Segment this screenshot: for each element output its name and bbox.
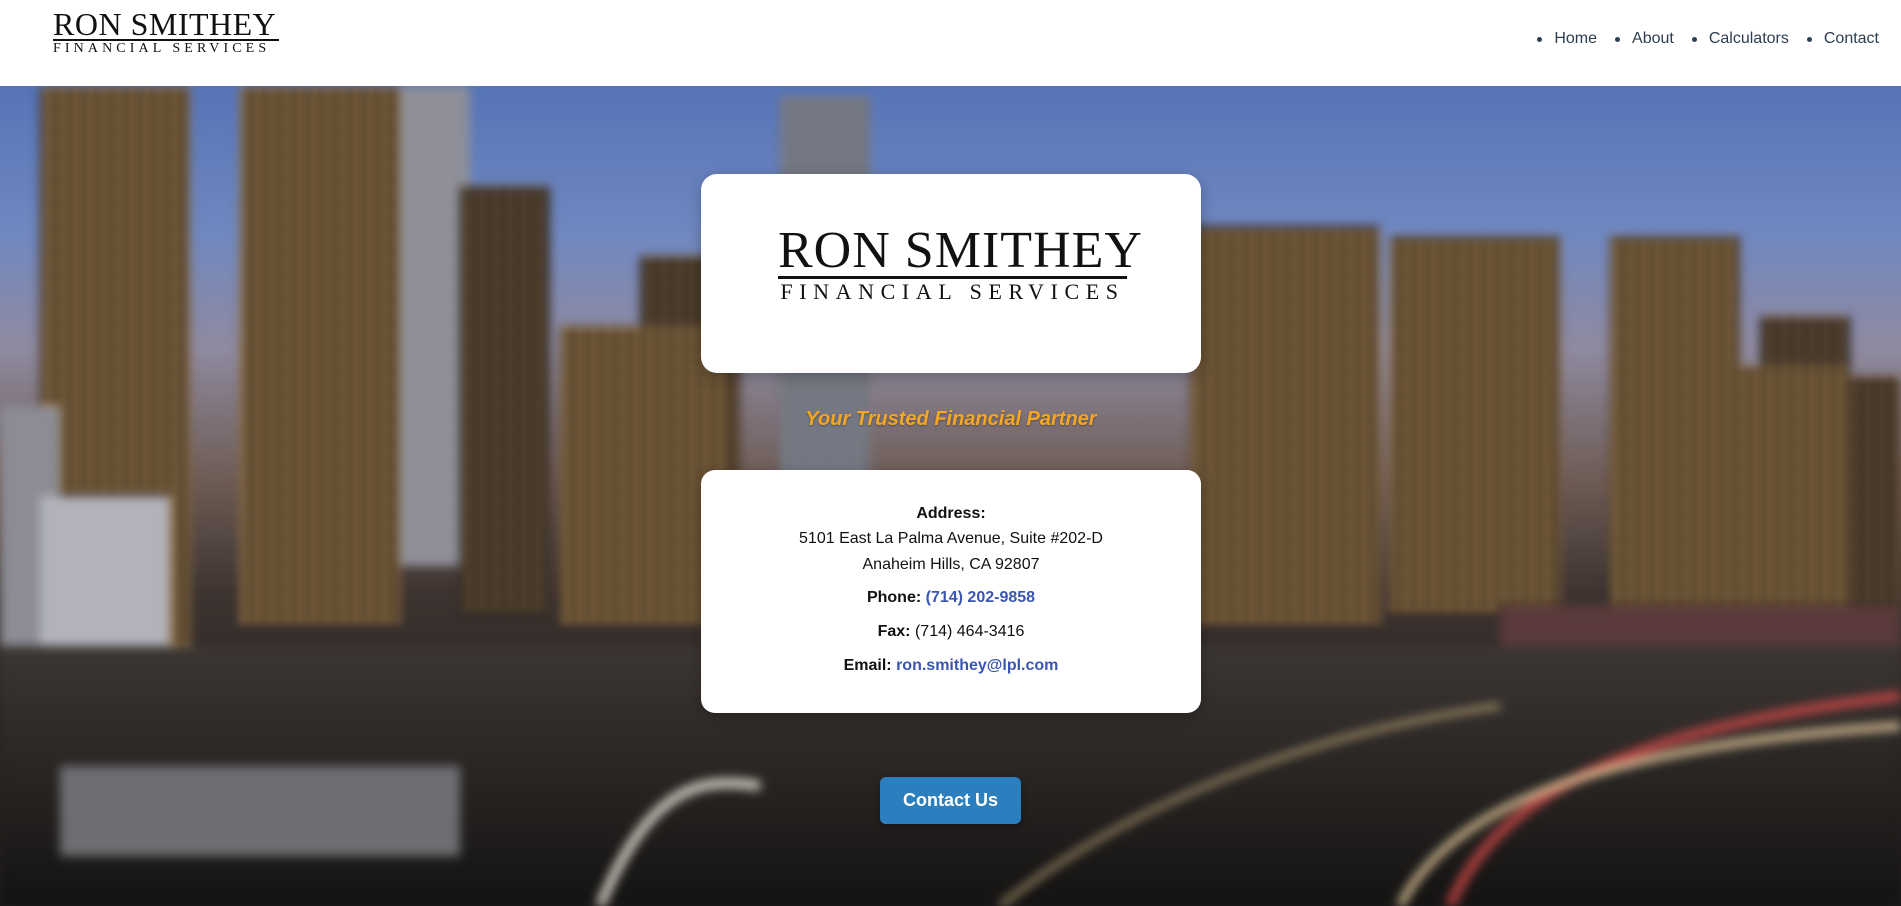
phone-link[interactable]: (714) 202-9858 <box>926 589 1035 606</box>
bullet-icon <box>1615 36 1621 42</box>
card-logo-subtitle: FINANCIAL SERVICES <box>780 279 1125 304</box>
address-line-1: 5101 East La Palma Avenue, Suite #202-D <box>799 530 1103 547</box>
fax-value: (714) 464-3416 <box>914 623 1025 640</box>
nav-item-about[interactable]: About <box>1615 30 1674 48</box>
site-header: RON SMITHEY FINANCIAL SERVICES Home Abou… <box>0 0 1901 86</box>
bullet-icon <box>1537 36 1543 42</box>
card-logo-name: RON SMITHEY <box>778 222 1143 279</box>
email-link[interactable]: ron.smithey@lpl.com <box>896 657 1058 674</box>
header-logo-name: RON SMITHEY <box>53 8 279 41</box>
phone-label: Phone: <box>866 589 922 606</box>
contact-info-card: Address: 5101 East La Palma Avenue, Suit… <box>701 470 1201 713</box>
header-logo[interactable]: RON SMITHEY FINANCIAL SERVICES <box>53 8 279 57</box>
nav-item-home[interactable]: Home <box>1537 30 1597 48</box>
fax-label: Fax: <box>877 623 911 640</box>
bullet-icon <box>1691 36 1697 42</box>
nav-item-label: Calculators <box>1708 30 1789 47</box>
address-line-2: Anaheim Hills, CA 92807 <box>862 556 1040 573</box>
fax-row: Fax: (714) 464-3416 <box>701 623 1201 641</box>
nav-item-label: Contact <box>1823 30 1879 47</box>
tagline: Your Trusted Financial Partner <box>805 408 1097 430</box>
phone-row: Phone: (714) 202-9858 <box>701 589 1201 607</box>
header-logo-subtitle: FINANCIAL SERVICES <box>53 41 271 56</box>
email-label: Email: <box>843 657 892 674</box>
company-logo: RON SMITHEY FINANCIAL SERVICES <box>778 222 1143 305</box>
address-label: Address: <box>916 505 986 522</box>
logo-card: RON SMITHEY FINANCIAL SERVICES <box>701 174 1201 373</box>
email-row: Email: ron.smithey@lpl.com <box>701 657 1201 675</box>
bullet-icon <box>1806 36 1812 42</box>
main-nav: Home About Calculators Contact <box>1519 30 1879 48</box>
nav-item-calculators[interactable]: Calculators <box>1691 30 1789 48</box>
nav-item-contact[interactable]: Contact <box>1806 30 1879 48</box>
nav-item-label: About <box>1632 30 1674 47</box>
contact-us-button[interactable]: Contact Us <box>880 777 1021 824</box>
nav-item-label: Home <box>1554 30 1598 47</box>
